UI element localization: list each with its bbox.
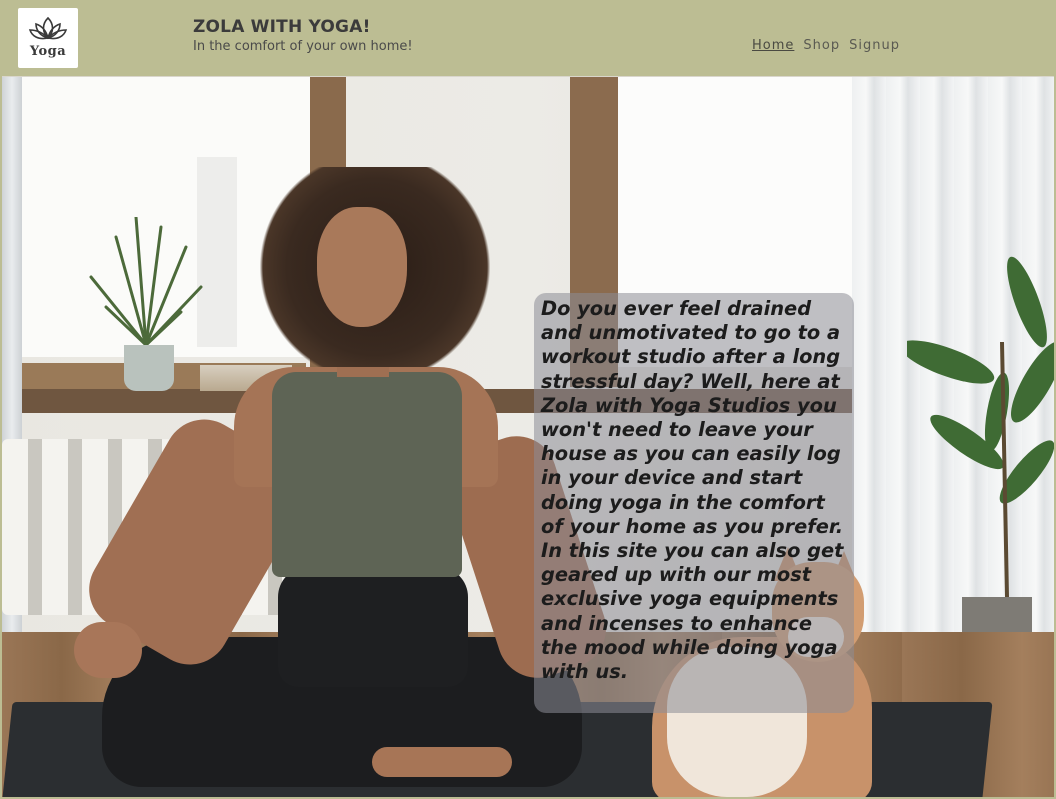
nav-signup[interactable]: Signup (849, 38, 900, 53)
site-header: Yoga ZOLA WITH YOGA! In the comfort of y… (2, 2, 1054, 76)
page: Do you ever feel drained and unmotivated… (2, 2, 1054, 797)
site-tagline: In the comfort of your own home! (193, 39, 413, 54)
meditating-woman (62, 167, 617, 797)
plant-right (907, 256, 1054, 598)
logo[interactable]: Yoga (18, 8, 78, 68)
logo-text: Yoga (29, 44, 67, 59)
nav-home[interactable]: Home (752, 38, 794, 53)
main-nav: Home Shop Signup (752, 38, 900, 53)
nav-shop[interactable]: Shop (803, 38, 840, 53)
lotus-icon (28, 16, 68, 40)
intro-text: Do you ever feel drained and unmotivated… (541, 297, 844, 684)
site-title: ZOLA WITH YOGA! (193, 17, 371, 37)
hero-background-photo (2, 77, 1054, 797)
